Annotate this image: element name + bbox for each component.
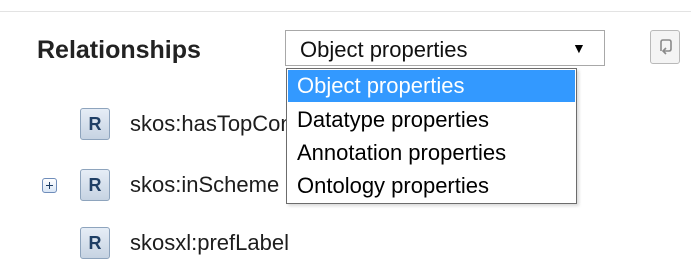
caret-down-icon: ▼ — [572, 40, 586, 56]
reload-button[interactable] — [650, 30, 680, 64]
option-datatype-properties[interactable]: Datatype properties — [288, 104, 575, 136]
section-title: Relationships — [37, 36, 201, 64]
select-value: Object properties — [300, 37, 468, 62]
property-type-select[interactable]: Object properties ▼ — [285, 30, 605, 66]
relationship-badge: R — [80, 227, 110, 259]
top-divider — [0, 11, 691, 12]
option-object-properties[interactable]: Object properties — [288, 70, 575, 102]
property-type-dropdown-list: Object properties Datatype properties An… — [286, 68, 577, 204]
undo-arrow-icon — [660, 39, 672, 55]
relationship-badge: R — [80, 108, 110, 140]
option-ontology-properties[interactable]: Ontology properties — [288, 170, 575, 202]
relationship-badge: R — [80, 169, 110, 201]
tree-item-label: skosxl:prefLabel — [130, 230, 289, 255]
tree-item[interactable]: R skosxl:prefLabel — [0, 227, 691, 261]
tree-item-label: skos:inScheme — [130, 172, 280, 197]
expand-plus-icon[interactable] — [42, 178, 57, 193]
option-annotation-properties[interactable]: Annotation properties — [288, 137, 575, 169]
